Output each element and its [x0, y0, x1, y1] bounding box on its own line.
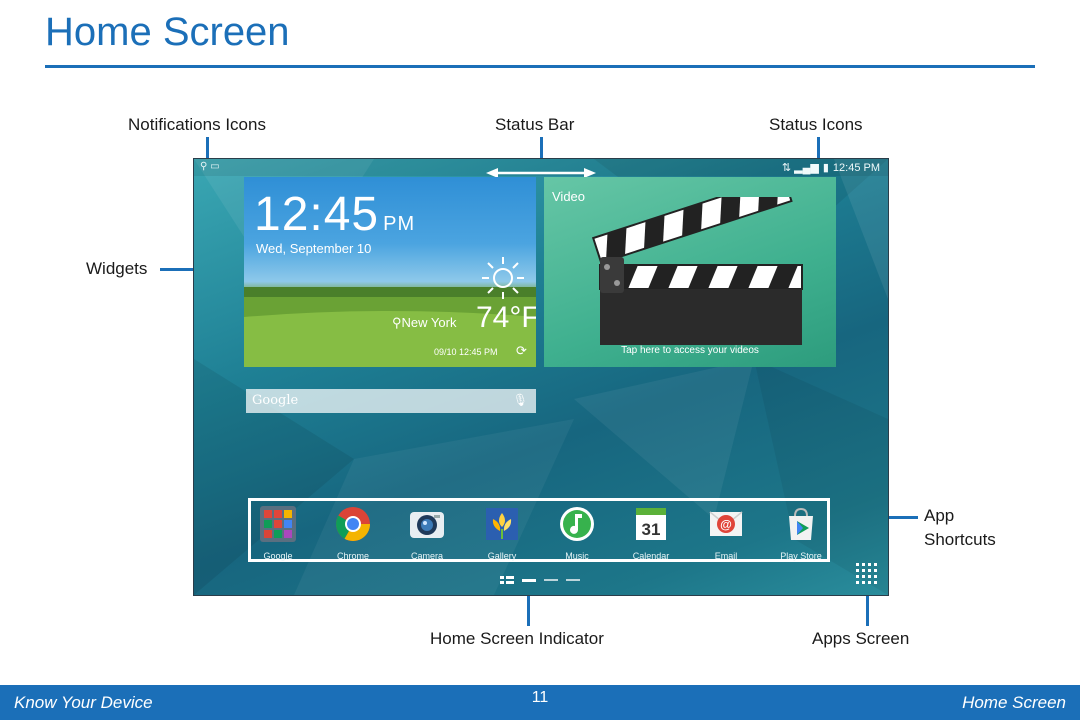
chrome-icon [336, 507, 370, 541]
app-label-calendar: Calendar [632, 551, 670, 561]
calendar-icon: 31 [636, 508, 666, 540]
app-label-email: Email [714, 551, 738, 561]
google-search-bar[interactable]: Google 🎙 [246, 389, 536, 413]
footer-topic: Home Screen [962, 693, 1066, 712]
app-google[interactable]: Google [242, 503, 314, 561]
weather-city: ⚲New York [392, 315, 457, 330]
footer-page-number: 11 [531, 689, 549, 706]
app-chrome[interactable]: Chrome [317, 503, 389, 561]
sunny-icon [482, 257, 524, 299]
callout-apps-screen: Apps Screen [812, 629, 910, 648]
callout-status-icons: Status Icons [769, 115, 863, 134]
gallery-icon [486, 508, 518, 540]
callout-line-status-icons [817, 137, 820, 159]
video-widget[interactable]: Video Tap here to access your videos [544, 177, 836, 367]
callout-widgets: Widgets [86, 259, 148, 278]
signal-icon: ⇅ ▂▄▆ [781, 162, 819, 174]
app-label-music: Music [565, 551, 589, 561]
app-music[interactable]: Music [541, 503, 613, 561]
app-shortcuts-dock: Google Chrome Camera Gallery Music 31 Ca… [254, 503, 824, 561]
google-folder-icon [260, 506, 296, 542]
battery-icon: ▮ [822, 162, 829, 174]
apps-screen-button[interactable] [856, 563, 878, 585]
microphone-icon[interactable]: 🎙 [513, 393, 528, 407]
callout-line-widgets [160, 268, 194, 271]
camera-icon [410, 512, 444, 538]
page-footer: Know Your Device 11 Home Screen [0, 685, 1080, 720]
status-icons: ⇅ ▂▄▆ ▮ 12:45 PM [778, 161, 880, 174]
callout-home-screen-indicator: Home Screen Indicator [430, 629, 604, 648]
app-label-google: Google [263, 551, 293, 561]
callout-line-notifications [206, 137, 209, 159]
app-play-store[interactable]: Play Store [765, 503, 837, 561]
weather-updated-time: 09/10 12:45 PM [434, 347, 498, 357]
title-divider [45, 65, 1035, 68]
notification-icons: ⚲ ▭ [200, 161, 220, 172]
clapperboard-icon [591, 197, 803, 345]
app-label-gallery: Gallery [487, 551, 517, 561]
app-camera[interactable]: Camera [391, 503, 463, 561]
callout-status-bar: Status Bar [495, 115, 575, 134]
clock-time: 12:45 PM [254, 188, 416, 241]
email-icon: @ [709, 511, 743, 536]
app-gallery[interactable]: Gallery [466, 503, 538, 561]
page-title: Home Screen [45, 10, 290, 54]
callout-app-label: App [924, 506, 955, 525]
app-label-play-store: Play Store [780, 551, 822, 561]
callout-notifications-icons: Notifications Icons [128, 115, 266, 134]
app-calendar[interactable]: 31 Calendar [615, 503, 687, 561]
video-widget-caption: Tap here to access your videos [621, 345, 759, 356]
callout-shortcuts-label: Shortcuts [924, 530, 996, 549]
music-icon [560, 507, 594, 541]
status-time: 12:45 PM [832, 162, 880, 174]
weather-temperature: 74°F [476, 301, 536, 334]
email-at-symbol: @ [720, 518, 732, 532]
clock-date: Wed, September 10 [256, 241, 372, 256]
clock-weather-widget[interactable]: 12:45 PM Wed, September 10 ⚲New York 74°F… [244, 177, 536, 367]
apps-grid-icon [856, 563, 877, 584]
app-label-camera: Camera [410, 551, 443, 561]
home-screen-indicator[interactable] [500, 572, 582, 584]
play-store-icon [789, 507, 813, 540]
refresh-icon[interactable]: ⟳ [516, 343, 527, 359]
page-indicator-dots [500, 576, 580, 584]
google-logo: Google [252, 393, 299, 408]
location-pin-icon: ⚲ [392, 315, 402, 330]
app-email[interactable]: @ Email [690, 503, 762, 561]
app-label-chrome: Chrome [336, 551, 369, 561]
calendar-day-number: 31 [642, 520, 661, 539]
